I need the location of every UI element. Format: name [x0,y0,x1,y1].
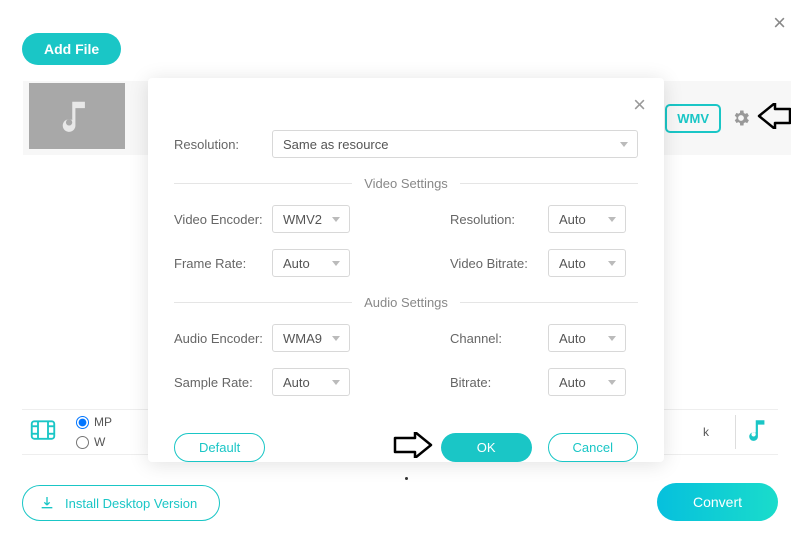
vertical-divider [735,415,736,449]
channel-select[interactable]: Auto [548,324,626,352]
gear-icon [731,108,751,128]
video-settings-header: Video Settings [174,176,638,191]
dialog-close-icon[interactable]: × [633,92,646,118]
frame-rate-select[interactable]: Auto [272,249,350,277]
settings-gear-button[interactable] [731,108,751,128]
video-bitrate-select[interactable]: Auto [548,249,626,277]
default-button[interactable]: Default [174,433,265,462]
video-resolution-select[interactable]: Auto [548,205,626,233]
audio-settings-header: Audio Settings [174,295,638,310]
audio-format-icon[interactable] [746,417,778,448]
audio-bitrate-select[interactable]: Auto [548,368,626,396]
annotation-arrow-gear [757,103,791,134]
sample-rate-select[interactable]: Auto [272,368,350,396]
sample-rate-label: Sample Rate: [174,375,272,390]
format-radio-w[interactable]: W [76,435,112,449]
truncated-text: k [703,425,709,439]
pagination-dot [405,477,408,480]
resolution-select[interactable]: Same as resource [272,130,638,158]
add-file-button[interactable]: Add File [22,33,121,65]
resolution-label: Resolution: [174,137,272,152]
download-icon [39,495,55,511]
file-thumbnail [29,83,125,149]
audio-bitrate-label: Bitrate: [450,375,548,390]
annotation-arrow-ok [393,432,433,463]
install-desktop-button[interactable]: Install Desktop Version [22,485,220,521]
format-radio-mp[interactable]: MP [76,415,112,429]
channel-label: Channel: [450,331,548,346]
ok-button[interactable]: OK [441,433,532,462]
audio-encoder-label: Audio Encoder: [174,331,272,346]
window-close-icon[interactable]: × [773,10,786,36]
video-resolution-label: Resolution: [450,212,548,227]
audio-encoder-select[interactable]: WMA9 [272,324,350,352]
video-bitrate-label: Video Bitrate: [450,256,548,271]
video-encoder-select[interactable]: WMV2 [272,205,350,233]
format-radio-group: MP W [76,415,112,449]
format-badge[interactable]: WMV [665,104,721,133]
cancel-button[interactable]: Cancel [548,433,638,462]
convert-button[interactable]: Convert [657,483,778,521]
music-note-icon [58,97,96,135]
video-format-icon [28,415,58,450]
settings-dialog: × Resolution: Same as resource Video Set… [148,78,664,462]
frame-rate-label: Frame Rate: [174,256,272,271]
video-encoder-label: Video Encoder: [174,212,272,227]
